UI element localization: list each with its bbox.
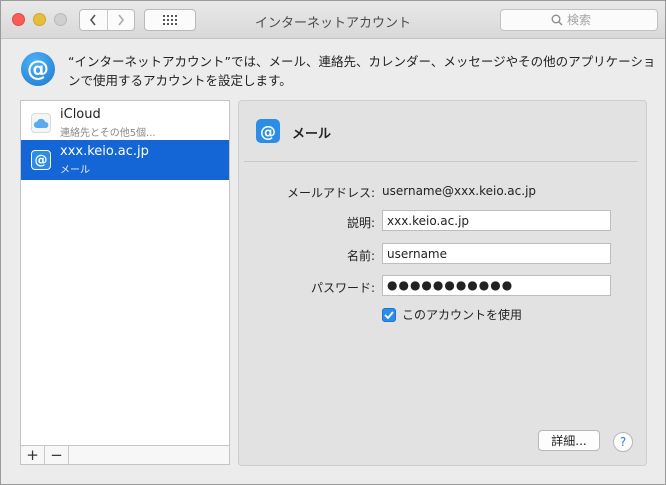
account-detail-panel: @ メール メールアドレス: username@xxx.keio.ac.jp 説… (238, 100, 647, 466)
search-icon (551, 14, 563, 26)
description-field[interactable] (382, 210, 611, 231)
use-account-checkbox[interactable] (382, 307, 396, 322)
help-button[interactable]: ? (613, 432, 633, 452)
window-title: インターネットアカウント (254, 16, 411, 31)
password-label: パスワード: (310, 281, 375, 295)
forward-button[interactable] (106, 10, 135, 30)
search-input[interactable] (567, 13, 607, 27)
grid-icon (163, 15, 177, 25)
icloud-icon (31, 113, 51, 133)
details-button[interactable]: 詳細... (538, 430, 600, 451)
account-list-toolbar: + − (20, 445, 230, 465)
email-label: メールアドレス: (286, 186, 375, 200)
account-item-keio[interactable]: @ xxx.keio.ac.jp メール (21, 140, 229, 180)
description-label: 説明: (346, 216, 375, 230)
use-account-label: このアカウントを使用 (402, 308, 523, 322)
chevron-left-icon (90, 14, 96, 26)
chevron-right-icon (118, 14, 124, 26)
divider (244, 161, 638, 162)
checkmark-icon (384, 310, 394, 319)
account-name: iCloud (60, 107, 101, 122)
mail-at-icon: @ (256, 119, 280, 143)
add-account-button[interactable]: + (21, 446, 45, 464)
remove-account-button[interactable]: − (45, 446, 69, 464)
back-button[interactable] (80, 10, 107, 30)
email-value: username@xxx.keio.ac.jp (382, 184, 537, 198)
account-name: xxx.keio.ac.jp (60, 144, 149, 159)
account-list: iCloud 連絡先とその他5個... @ xxx.keio.ac.jp メール (20, 100, 230, 446)
use-account-row: このアカウントを使用 (382, 306, 522, 323)
password-field[interactable]: ●●●●●●●●●●● (382, 275, 611, 296)
search-field[interactable] (500, 9, 658, 31)
zoom-window-button[interactable] (54, 13, 67, 26)
navigation-buttons (79, 9, 135, 31)
account-item-icloud[interactable]: iCloud 連絡先とその他5個... (21, 103, 229, 143)
detail-title: メール (292, 127, 332, 142)
title-bar: インターネットアカウント (1, 1, 665, 39)
account-subtitle: 連絡先とその他5個... (60, 128, 156, 139)
close-window-button[interactable] (12, 13, 25, 26)
minimize-window-button[interactable] (33, 13, 46, 26)
internet-accounts-icon: @ (21, 52, 55, 86)
pane-description: “インターネットアカウント”では、メール、連絡先、カレンダー、メッセージやその他… (68, 54, 656, 88)
name-field[interactable] (382, 243, 611, 264)
name-label: 名前: (346, 249, 375, 263)
mail-at-icon: @ (31, 150, 51, 170)
internet-accounts-window: インターネットアカウント @ “インターネットアカウント”では、メール、連絡先、… (0, 0, 666, 485)
show-all-button[interactable] (144, 9, 196, 31)
account-subtitle: メール (60, 165, 90, 176)
